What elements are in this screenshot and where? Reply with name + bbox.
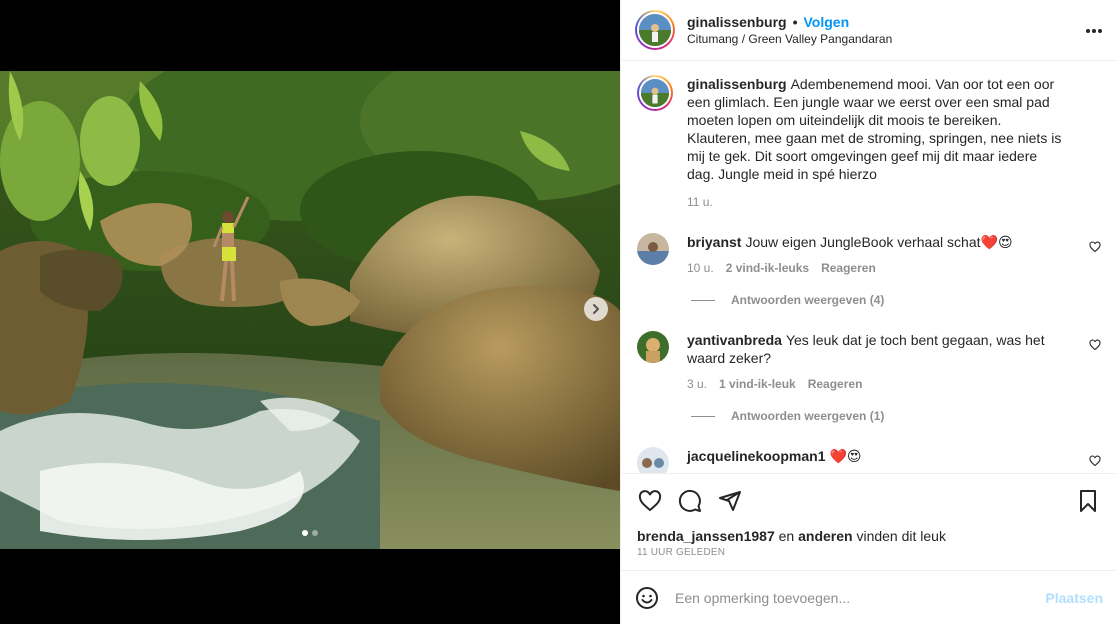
comment-age[interactable]: 3 u. xyxy=(687,375,707,393)
view-replies-label: Antwoorden weergeven (1) xyxy=(731,409,885,423)
media-pane xyxy=(0,0,620,624)
save-button[interactable] xyxy=(1075,488,1101,514)
emoji-icon xyxy=(636,586,658,609)
comment-username[interactable]: briyanst xyxy=(687,234,741,250)
comment-body: yantivanbreda Yes leuk dat je toch bent g… xyxy=(687,331,1057,393)
caption-age[interactable]: 11 u. xyxy=(687,193,713,211)
carousel-dot-active xyxy=(302,530,308,536)
share-button[interactable] xyxy=(717,488,743,514)
header-text: ginalissenburg • Volgen Citumang / Green… xyxy=(687,14,892,46)
caption-avatar[interactable] xyxy=(637,75,673,111)
follow-button[interactable]: Volgen xyxy=(803,14,849,30)
comment-avatar[interactable] xyxy=(637,447,669,473)
post-photo[interactable] xyxy=(0,71,620,549)
heart-icon xyxy=(638,490,662,512)
comment-likes[interactable]: 2 vind-ik-leuks xyxy=(726,259,809,277)
carousel-next-button[interactable] xyxy=(584,297,608,321)
action-bar xyxy=(637,486,1101,516)
replies-divider xyxy=(691,299,715,301)
comment-avatar[interactable] xyxy=(637,233,669,265)
likes-middle: en xyxy=(774,528,799,544)
comment-item: yantivanbreda Yes leuk dat je toch bent g… xyxy=(637,331,1101,393)
jungle-river-image xyxy=(0,71,620,549)
liker-username[interactable]: brenda_janssen1987 xyxy=(637,528,775,544)
header-separator: • xyxy=(792,14,798,30)
likes-summary: brenda_janssen1987 en anderen vinden dit… xyxy=(637,528,1101,544)
comments-list[interactable]: ginalissenburg Adembenemend mooi. Van oor… xyxy=(621,61,1117,473)
post-side-panel: ginalissenburg • Volgen Citumang / Green… xyxy=(620,0,1117,624)
caption: ginalissenburg Adembenemend mooi. Van oor… xyxy=(637,75,1101,211)
comment-avatar[interactable] xyxy=(637,331,669,363)
comment-text: Jouw eigen JungleBook verhaal schat❤️😍 xyxy=(745,234,1013,250)
like-comment-heart-icon[interactable] xyxy=(1089,455,1101,467)
post-header: ginalissenburg • Volgen Citumang / Green… xyxy=(621,0,1117,61)
send-icon xyxy=(719,491,741,511)
author-username[interactable]: ginalissenburg xyxy=(687,14,787,30)
comment-text: ❤️😍 xyxy=(829,448,862,464)
comment-likes[interactable]: 1 vind-ik-leuk xyxy=(719,375,796,393)
carousel-indicator xyxy=(0,530,620,536)
reply-button[interactable]: Reageren xyxy=(808,375,863,393)
post-location[interactable]: Citumang / Green Valley Pangandaran xyxy=(687,32,892,46)
post-dialog: ginalissenburg • Volgen Citumang / Green… xyxy=(0,0,1117,624)
comment-icon xyxy=(678,489,701,512)
author-avatar[interactable] xyxy=(635,10,675,50)
post-actions: brenda_janssen1987 en anderen vinden dit… xyxy=(621,473,1117,558)
view-replies-label: Antwoorden weergeven (4) xyxy=(731,293,885,307)
caption-username[interactable]: ginalissenburg xyxy=(687,76,787,92)
view-replies-button[interactable]: Antwoorden weergeven (4) xyxy=(691,293,1101,307)
reply-button[interactable]: Reageren xyxy=(821,259,876,277)
more-horizontal-icon xyxy=(1086,29,1102,33)
comment-body: jacquelinekoopman1 ❤️😍 xyxy=(687,447,1057,473)
carousel-dot xyxy=(312,530,318,536)
like-button[interactable] xyxy=(637,488,663,514)
add-comment-bar: Plaatsen xyxy=(621,570,1117,624)
chevron-right-icon xyxy=(593,304,599,314)
comment-username[interactable]: jacquelinekoopman1 xyxy=(687,448,825,464)
emoji-button[interactable] xyxy=(635,586,659,610)
comment-meta: 3 u. 1 vind-ik-leuk Reageren xyxy=(687,375,1057,393)
replies-divider xyxy=(691,415,715,417)
view-replies-button[interactable]: Antwoorden weergeven (1) xyxy=(691,409,1101,423)
comment-item: briyanst Jouw eigen JungleBook verhaal sc… xyxy=(637,233,1101,277)
caption-meta: 11 u. xyxy=(687,193,1067,211)
comment-item: jacquelinekoopman1 ❤️😍 xyxy=(637,447,1101,473)
post-comment-button[interactable]: Plaatsen xyxy=(1045,590,1103,606)
comment-body: briyanst Jouw eigen JungleBook verhaal sc… xyxy=(687,233,1057,277)
other-likers-link[interactable]: anderen xyxy=(798,528,852,544)
comment-username[interactable]: yantivanbreda xyxy=(687,332,782,348)
likes-suffix: vinden dit leuk xyxy=(852,528,946,544)
comment-age[interactable]: 10 u. xyxy=(687,259,714,277)
caption-body: ginalissenburg Adembenemend mooi. Van oor… xyxy=(687,75,1067,211)
bookmark-icon xyxy=(1080,490,1096,512)
more-options-button[interactable] xyxy=(1085,18,1103,39)
comment-button[interactable] xyxy=(677,488,703,514)
post-timestamp[interactable]: 11 UUR GELEDEN xyxy=(637,547,1101,558)
like-comment-heart-icon[interactable] xyxy=(1089,241,1101,253)
comment-meta: 10 u. 2 vind-ik-leuks Reageren xyxy=(687,259,1057,277)
like-comment-heart-icon[interactable] xyxy=(1089,339,1101,351)
comment-input[interactable] xyxy=(675,589,1046,606)
